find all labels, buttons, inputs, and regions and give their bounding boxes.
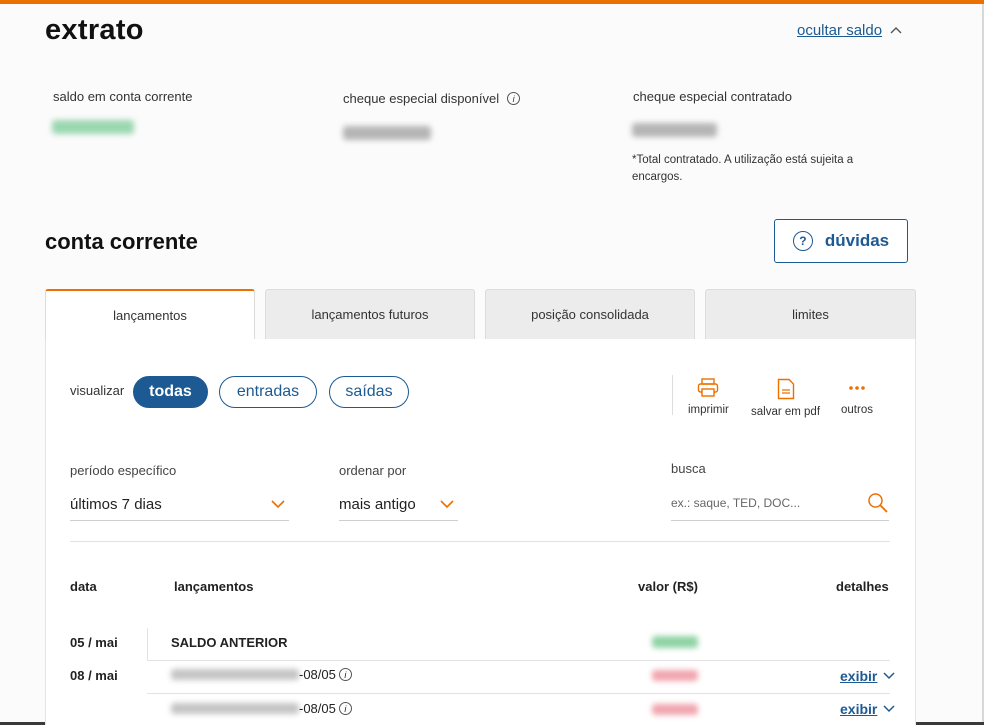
info-icon[interactable]: i xyxy=(338,668,352,681)
tab-lancamentos[interactable]: lançamentos xyxy=(45,289,255,340)
period-select[interactable]: últimos 7 dias xyxy=(70,488,289,521)
overdraft-available-label: cheque especial disponível xyxy=(343,91,500,106)
row-amount xyxy=(652,670,698,681)
more-options-label: outros xyxy=(841,404,873,416)
tab-label: limites xyxy=(792,307,829,322)
row-divider xyxy=(147,693,890,694)
row-date: 05 / mai xyxy=(70,635,118,650)
hide-balance-label: ocultar saldo xyxy=(797,22,883,39)
date-column-divider xyxy=(147,628,148,660)
save-pdf-button[interactable]: salvar em pdf xyxy=(751,378,820,418)
view-filter-label: visualizar xyxy=(70,383,125,398)
search-box xyxy=(671,486,889,521)
row-date: 08 / mai xyxy=(70,668,118,683)
period-label: período específico xyxy=(70,463,177,478)
search-input[interactable] xyxy=(671,496,851,510)
row-amount xyxy=(652,704,698,715)
question-icon: ? xyxy=(792,231,813,251)
row-amount xyxy=(652,636,698,648)
actions-divider xyxy=(672,375,673,415)
order-label: ordenar por xyxy=(339,463,407,478)
more-dots-icon xyxy=(849,386,865,390)
row-description-suffix: -08/05 xyxy=(299,701,336,716)
filter-todas-button[interactable]: todas xyxy=(133,376,208,408)
overdraft-note: *Total contratado. A utilização está suj… xyxy=(632,154,854,183)
filter-entradas-button[interactable]: entradas xyxy=(219,376,317,408)
order-value: mais antigo xyxy=(339,495,416,513)
checking-balance-label: saldo em conta corrente xyxy=(53,89,193,104)
print-label: imprimir xyxy=(688,404,729,416)
chevron-down-icon xyxy=(883,705,895,713)
help-button[interactable]: ? dúvidas xyxy=(774,219,908,263)
top-accent-bar xyxy=(0,0,984,4)
filter-saidas-button[interactable]: saídas xyxy=(329,376,409,408)
info-icon[interactable]: i xyxy=(507,92,521,105)
chevron-down-icon xyxy=(883,672,895,680)
tab-label: posição consolidada xyxy=(531,307,649,322)
printer-icon xyxy=(698,378,719,397)
overdraft-contracted-value xyxy=(632,123,717,137)
show-details-link[interactable]: exibir xyxy=(840,701,895,717)
search-icon[interactable] xyxy=(867,492,889,514)
chevron-down-icon xyxy=(440,500,454,509)
overdraft-contracted-label: cheque especial contratado xyxy=(633,89,793,104)
show-details-label: exibir xyxy=(840,668,878,684)
tab-lancamentos-futuros[interactable]: lançamentos futuros xyxy=(265,289,475,339)
search-label: busca xyxy=(671,461,706,476)
row-description-suffix: -08/05 xyxy=(299,667,336,682)
row-description-hidden xyxy=(171,669,299,680)
print-button[interactable]: imprimir xyxy=(688,378,729,416)
help-button-label: dúvidas xyxy=(824,231,890,250)
tab-posicao-consolidada[interactable]: posição consolidada xyxy=(485,289,695,339)
chevron-down-icon xyxy=(271,500,285,509)
column-header-amount: valor (R$) xyxy=(638,579,698,594)
order-select[interactable]: mais antigo xyxy=(339,488,458,521)
column-header-date: data xyxy=(70,579,97,594)
overdraft-available-value xyxy=(343,126,431,140)
row-description: SALDO ANTERIOR xyxy=(171,635,288,650)
show-details-label: exibir xyxy=(840,701,878,717)
info-icon[interactable]: i xyxy=(338,702,352,715)
section-title: conta corrente xyxy=(45,229,198,254)
tab-label: lançamentos xyxy=(113,308,187,323)
hide-balance-link[interactable]: ocultar saldo xyxy=(797,22,902,39)
tab-label: lançamentos futuros xyxy=(311,307,429,322)
show-details-link[interactable]: exibir xyxy=(840,668,895,684)
row-description: -08/05 i xyxy=(299,701,352,716)
row-description: -08/05 i xyxy=(299,667,352,682)
row-divider xyxy=(147,660,890,661)
page-title: extrato xyxy=(45,14,144,46)
save-pdf-label: salvar em pdf xyxy=(751,406,821,418)
period-value: últimos 7 dias xyxy=(70,495,162,513)
row-description-hidden xyxy=(171,703,299,714)
column-header-details: detalhes xyxy=(836,579,889,594)
more-options-button[interactable]: outros xyxy=(841,378,873,416)
filters-divider xyxy=(70,541,890,542)
tab-limites[interactable]: limites xyxy=(705,289,916,339)
column-header-entries: lançamentos xyxy=(174,579,254,594)
checking-balance-value xyxy=(52,120,134,134)
pdf-file-icon xyxy=(777,378,794,400)
overdraft-available-heading: cheque especial disponível i xyxy=(343,91,521,106)
chevron-up-icon xyxy=(890,26,902,33)
